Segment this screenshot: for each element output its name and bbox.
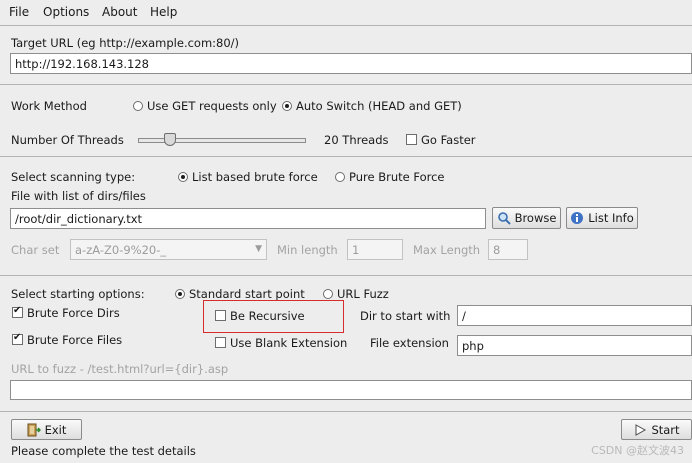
radio-get-only[interactable] — [133, 101, 143, 111]
go-faster-checkbox[interactable] — [406, 134, 417, 145]
min-length-input[interactable]: 1 — [347, 239, 403, 260]
divider — [0, 25, 692, 26]
radio-pure-brute[interactable] — [335, 172, 345, 182]
threads-label: Number Of Threads — [11, 133, 124, 147]
charset-value: a-zA-Z0-9%20-_ — [75, 243, 167, 257]
exit-button[interactable]: Exit — [11, 419, 82, 440]
file-extension-label: File extension — [370, 336, 449, 350]
be-recursive-label: Be Recursive — [230, 309, 305, 323]
exit-door-icon — [27, 423, 41, 437]
url-fuzz-label: URL to fuzz - /test.html?url={dir}.asp — [11, 362, 229, 376]
brute-files-checkbox[interactable] — [12, 332, 23, 345]
radio-get-only-label: Use GET requests only — [147, 99, 277, 113]
brute-files-label: Brute Force Files — [27, 333, 123, 347]
start-options-label: Select starting options: — [11, 287, 145, 301]
menu-help[interactable]: Help — [150, 5, 177, 19]
max-length-label: Max Length — [413, 243, 481, 257]
blank-extension-label: Use Blank Extension — [230, 336, 348, 350]
dir-start-label: Dir to start with — [360, 309, 451, 323]
be-recursive-checkbox[interactable] — [215, 310, 226, 321]
blank-extension-checkbox[interactable] — [215, 337, 226, 348]
radio-standard-start[interactable] — [175, 289, 185, 299]
threads-value: 20 Threads — [324, 133, 389, 147]
scan-type-label: Select scanning type: — [11, 170, 136, 184]
browse-label: Browse — [514, 211, 557, 225]
radio-standard-start-label: Standard start point — [189, 287, 305, 301]
radio-url-fuzz-label: URL Fuzz — [337, 287, 389, 301]
exit-label: Exit — [44, 422, 67, 437]
brute-dirs-label: Brute Force Dirs — [27, 306, 120, 320]
menu-options[interactable]: Options — [43, 5, 89, 19]
divider — [0, 411, 692, 412]
divider — [0, 156, 692, 157]
menu-about[interactable]: About — [102, 5, 137, 19]
file-extension-input[interactable]: php — [457, 335, 692, 356]
charset-select[interactable]: a-zA-Z0-9%20-_ ▼ — [70, 239, 267, 260]
dirs-file-label: File with list of dirs/files — [11, 189, 146, 203]
dirs-file-input[interactable]: /root/dir_dictionary.txt — [10, 208, 486, 229]
threads-slider-thumb[interactable] — [163, 133, 176, 146]
browse-button[interactable]: Browse — [492, 207, 561, 229]
play-arrow-icon — [633, 423, 647, 437]
info-icon — [570, 211, 584, 225]
dir-start-input[interactable]: / — [457, 305, 692, 326]
work-method-label: Work Method — [11, 99, 87, 113]
list-info-label: List Info — [588, 211, 634, 225]
radio-list-brute[interactable] — [178, 172, 188, 182]
list-info-button[interactable]: List Info — [566, 207, 638, 229]
magnifier-icon — [497, 211, 511, 225]
radio-list-brute-label: List based brute force — [192, 170, 318, 184]
divider — [0, 275, 692, 276]
radio-auto-switch[interactable] — [282, 101, 292, 111]
url-fuzz-input[interactable] — [10, 380, 692, 400]
target-url-label: Target URL (eg http://example.com:80/) — [11, 36, 240, 50]
min-length-label: Min length — [277, 243, 338, 257]
start-button[interactable]: Start — [621, 419, 692, 440]
radio-pure-brute-label: Pure Brute Force — [349, 170, 445, 184]
chevron-down-icon: ▼ — [255, 244, 262, 254]
go-faster-label: Go Faster — [421, 133, 476, 147]
max-length-input[interactable]: 8 — [488, 239, 528, 260]
divider — [0, 84, 692, 85]
status-text: Please complete the test details — [11, 444, 196, 458]
radio-auto-switch-label: Auto Switch (HEAD and GET) — [296, 99, 462, 113]
start-label: Start — [651, 422, 680, 437]
target-url-input[interactable]: http://192.168.143.128 — [10, 53, 692, 74]
watermark: CSDN @赵文波43 — [591, 444, 684, 457]
charset-label: Char set — [11, 243, 60, 257]
menu-file[interactable]: File — [9, 5, 29, 19]
brute-dirs-checkbox[interactable] — [12, 305, 23, 318]
radio-url-fuzz[interactable] — [323, 289, 333, 299]
menu-bar: File Options About Help — [0, 0, 692, 24]
